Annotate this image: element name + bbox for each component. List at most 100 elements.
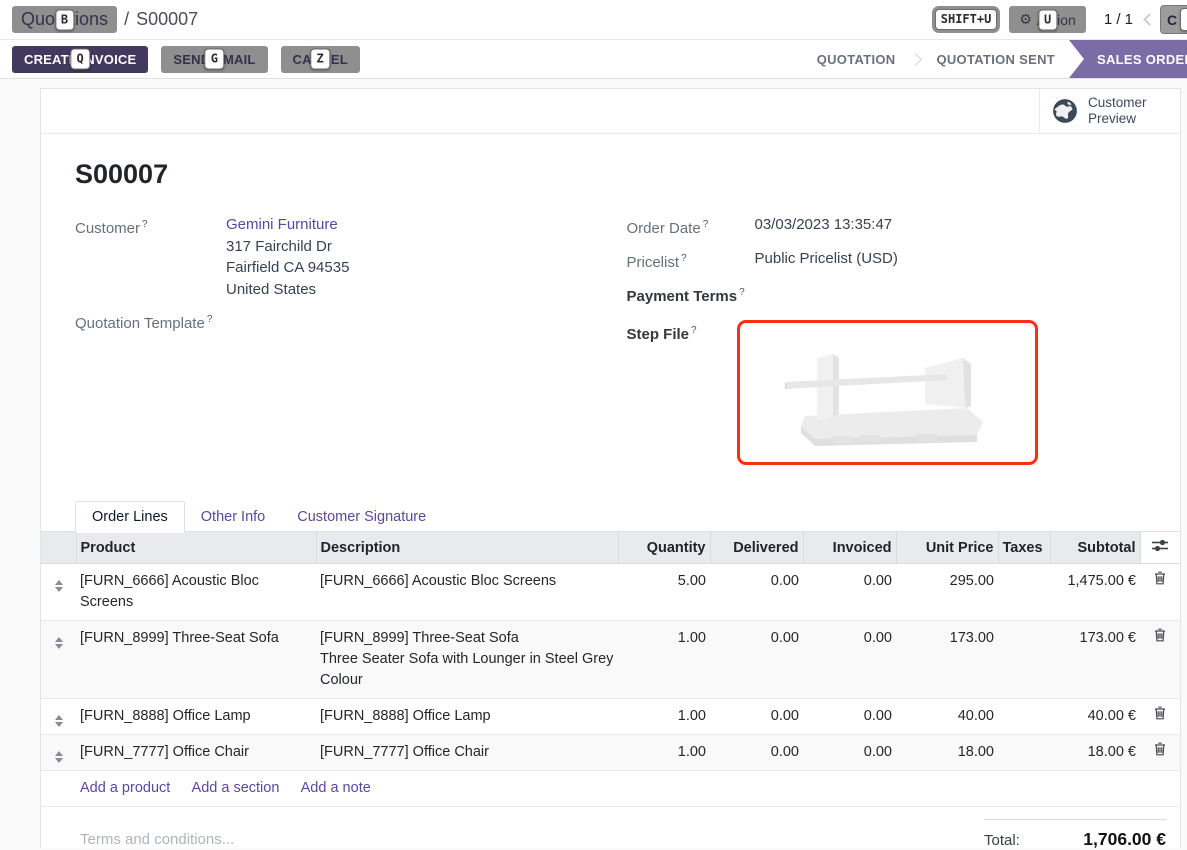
help-icon: ? <box>691 325 697 336</box>
help-icon: ? <box>207 314 213 325</box>
sheet-footer: Terms and conditions... Total: 1,706.00 … <box>41 807 1180 850</box>
pager-previous-icon[interactable] <box>1143 13 1156 26</box>
customer-preview-button[interactable]: Customer Preview <box>1039 89 1180 133</box>
add-note-link[interactable]: Add a note <box>301 780 371 796</box>
step-file-label: Step File? <box>627 320 755 465</box>
delete-row-icon[interactable] <box>1140 564 1180 621</box>
drag-handle-icon[interactable] <box>41 564 76 621</box>
breadcrumb-record: S00007 <box>136 9 198 30</box>
cell-delivered[interactable]: 0.00 <box>710 699 803 735</box>
field-order-date: Order Date? 03/03/2023 13:35:47 <box>627 214 1181 239</box>
breadcrumb-separator: / <box>124 9 129 30</box>
cell-invoiced[interactable]: 0.00 <box>803 735 896 771</box>
create-invoice-button[interactable]: CREATE INVOICE Q <box>12 46 148 73</box>
drag-handle-icon[interactable] <box>41 621 76 699</box>
cell-quantity[interactable]: 1.00 <box>618 699 710 735</box>
cancel-button[interactable]: CANCEL Z <box>281 46 360 73</box>
column-description: Description <box>316 532 618 564</box>
field-step-file: Step File? <box>627 320 1181 465</box>
help-icon: ? <box>703 219 709 230</box>
hint-cancel: Z <box>311 49 330 70</box>
cell-taxes[interactable] <box>998 564 1050 621</box>
cell-quantity[interactable]: 1.00 <box>618 735 710 771</box>
cell-product[interactable]: [FURN_8999] Three-Seat Sofa <box>76 621 316 699</box>
step-file-image[interactable] <box>737 320 1038 465</box>
order-date-value[interactable]: 03/03/2023 13:35:47 <box>755 214 893 239</box>
breadcrumb-quotations[interactable]: Quotations B <box>12 6 117 33</box>
cell-unit-price[interactable]: 173.00 <box>896 621 998 699</box>
add-product-link[interactable]: Add a product <box>80 780 170 796</box>
customer-address-line1: 317 Fairchild Dr <box>226 238 332 255</box>
cell-invoiced[interactable]: 0.00 <box>803 621 896 699</box>
cell-quantity[interactable]: 5.00 <box>618 564 710 621</box>
cell-unit-price[interactable]: 18.00 <box>896 735 998 771</box>
notebook-tabs: Order Lines Other Info Customer Signatur… <box>75 500 1180 532</box>
cell-taxes[interactable] <box>998 699 1050 735</box>
terms-input[interactable]: Terms and conditions... <box>80 831 234 850</box>
cell-subtotal: 1,475.00 € <box>1050 564 1140 621</box>
cell-product[interactable]: [FURN_7777] Office Chair <box>76 735 316 771</box>
delete-row-icon[interactable] <box>1140 621 1180 699</box>
status-step-quotation-sent[interactable]: QUOTATION SENT <box>932 52 1059 67</box>
cell-description[interactable]: [FURN_8888] Office Lamp <box>316 699 618 735</box>
table-row: [FURN_8888] Office Lamp [FURN_8888] Offi… <box>41 699 1180 735</box>
cell-product[interactable]: [FURN_8888] Office Lamp <box>76 699 316 735</box>
cell-unit-price[interactable]: 295.00 <box>896 564 998 621</box>
help-icon: ? <box>739 287 745 298</box>
tab-other-info[interactable]: Other Info <box>185 502 281 532</box>
delete-row-icon[interactable] <box>1140 699 1180 735</box>
cell-taxes[interactable] <box>998 621 1050 699</box>
optional-columns-icon[interactable] <box>1152 539 1168 552</box>
table-footer-links: Add a product Add a section Add a note <box>41 771 1180 807</box>
handle-column-header <box>41 532 76 564</box>
cell-taxes[interactable] <box>998 735 1050 771</box>
pricelist-value[interactable]: Public Pricelist (USD) <box>755 248 898 273</box>
action-menu-button[interactable]: ⚙ Action U <box>1009 6 1085 33</box>
cell-product[interactable]: [FURN_6666] Acoustic Bloc Screens <box>76 564 316 621</box>
status-step-sales-order[interactable]: SALES ORDER <box>1069 40 1187 78</box>
cell-description[interactable]: [FURN_6666] Acoustic Bloc Screens <box>316 564 618 621</box>
cell-quantity[interactable]: 1.00 <box>618 621 710 699</box>
customer-link[interactable]: Gemini Furniture <box>226 216 338 233</box>
field-quotation-template: Quotation Template? <box>75 309 627 334</box>
add-section-link[interactable]: Add a section <box>192 780 280 796</box>
cell-subtotal: 40.00 € <box>1050 699 1140 735</box>
hint-send-email: G <box>205 49 224 70</box>
drag-handle-icon[interactable] <box>41 699 76 735</box>
status-step-quotation[interactable]: QUOTATION <box>813 52 900 67</box>
customer-address-line2: Fairfield CA 94535 <box>226 259 349 276</box>
tab-customer-signature[interactable]: Customer Signature <box>281 502 442 532</box>
hint-action: U <box>1038 9 1057 30</box>
cell-description[interactable]: [FURN_7777] Office Chair <box>316 735 618 771</box>
total-block: Total: 1,706.00 € <box>984 819 1166 850</box>
customer-value: Gemini Furniture 317 Fairchild Dr Fairfi… <box>226 214 349 300</box>
hint-create-invoice: Q <box>70 49 89 70</box>
order-date-label: Order Date? <box>627 214 755 239</box>
tab-order-lines[interactable]: Order Lines <box>75 501 185 533</box>
help-icon: ? <box>142 219 148 230</box>
statusbar: QUOTATION QUOTATION SENT SALES ORDER <box>813 40 1187 78</box>
hint-breadcrumb: B <box>55 9 74 30</box>
delete-row-icon[interactable] <box>1140 735 1180 771</box>
cell-invoiced[interactable]: 0.00 <box>803 699 896 735</box>
cell-delivered[interactable]: 0.00 <box>710 735 803 771</box>
table-row: [FURN_6666] Acoustic Bloc Screens [FURN_… <box>41 564 1180 621</box>
pager-count: 1 / 1 <box>1104 11 1133 28</box>
column-product: Product <box>76 532 316 564</box>
cell-invoiced[interactable]: 0.00 <box>803 564 896 621</box>
send-email-button[interactable]: SEND EMAIL G <box>161 46 267 73</box>
corner-button[interactable]: C <box>1160 5 1187 34</box>
breadcrumb: Quotations B / S00007 <box>12 6 198 33</box>
cell-description[interactable]: [FURN_8999] Three-Seat Sofa Three Seater… <box>316 621 618 699</box>
optional-columns-header <box>1140 532 1180 564</box>
breadcrumb-bar: Quotations B / S00007 SHIFT+U ⚙ Action U… <box>0 0 1187 40</box>
cell-unit-price[interactable]: 40.00 <box>896 699 998 735</box>
drag-handle-icon[interactable] <box>41 735 76 771</box>
field-grid: Customer? Gemini Furniture 317 Fairchild… <box>75 214 1180 474</box>
cell-delivered[interactable]: 0.00 <box>710 621 803 699</box>
cell-delivered[interactable]: 0.00 <box>710 564 803 621</box>
field-pricelist: Pricelist? Public Pricelist (USD) <box>627 248 1181 273</box>
column-unit-price: Unit Price <box>896 532 998 564</box>
field-payment-terms: Payment Terms? <box>627 282 1181 307</box>
corner-button-label: C <box>1167 12 1177 28</box>
